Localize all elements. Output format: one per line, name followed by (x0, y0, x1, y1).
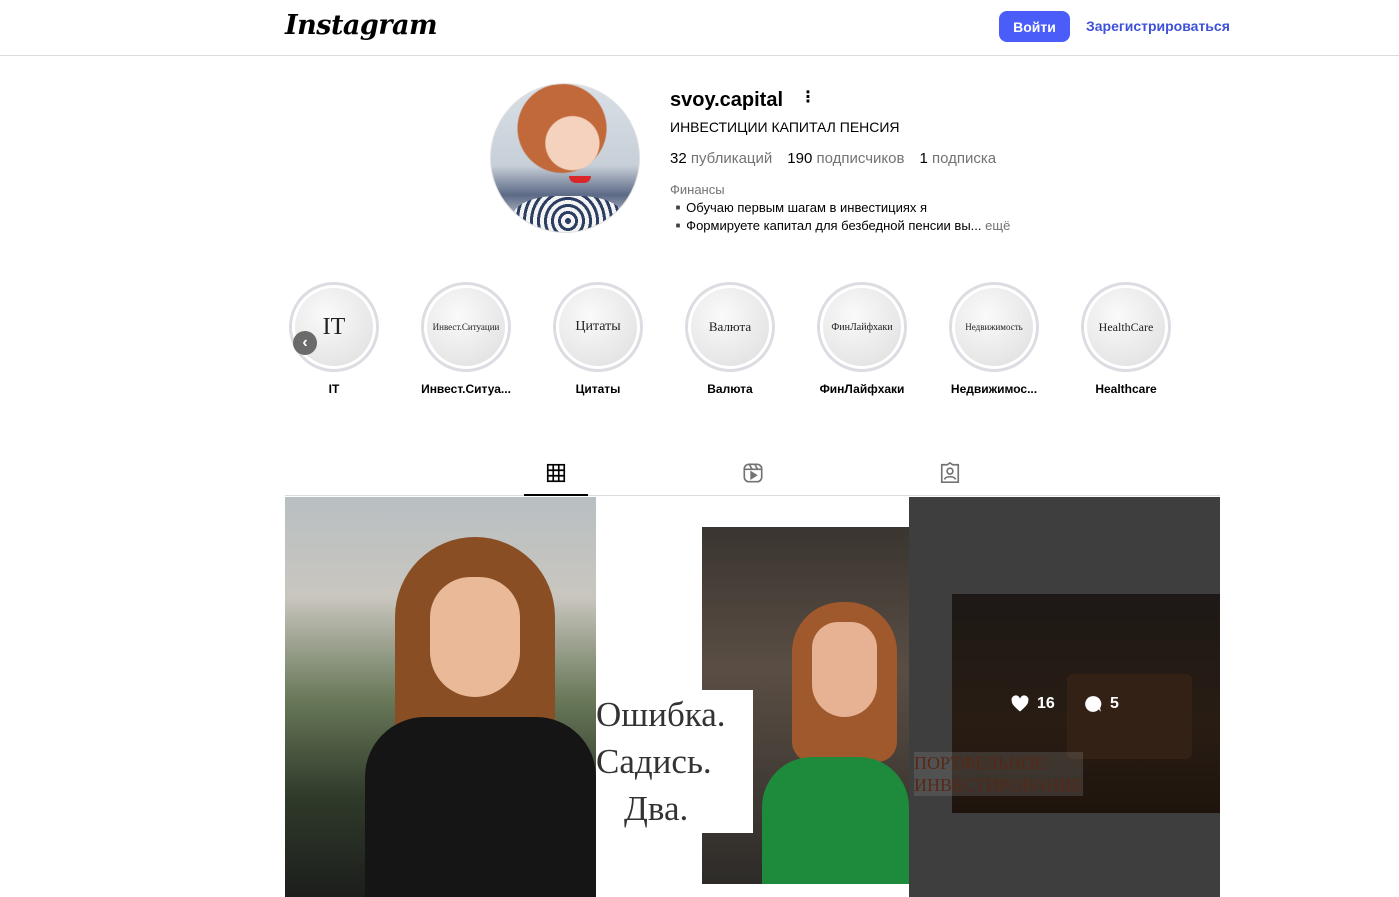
heart-icon (1011, 695, 1029, 712)
highlight-cover: Цитаты (559, 288, 637, 366)
likes-stat: 16 (1010, 694, 1055, 714)
profile-username: svoy.capital (670, 89, 784, 111)
highlight-cover: Недвижимость (955, 288, 1033, 366)
post-tile[interactable]: Ошибка. Садись. Два. (596, 497, 909, 897)
comment-icon (1085, 696, 1102, 712)
highlight-cover: HealthCare (1087, 288, 1165, 366)
profile-avatar[interactable] (490, 83, 640, 233)
highlight-item[interactable]: HealthCare Healthcare (1080, 282, 1172, 396)
highlight-item[interactable]: Цитаты Цитаты (552, 282, 644, 396)
login-button[interactable]: Войти (999, 11, 1070, 42)
highlight-item[interactable]: Валюта Валюта (684, 282, 776, 396)
highlight-label: IT (328, 382, 340, 396)
post-text: Два. (624, 789, 689, 828)
tab-tagged[interactable] (918, 462, 982, 496)
chevron-left-icon[interactable]: ‹ (293, 331, 317, 355)
highlight-label: Цитаты (575, 382, 621, 396)
highlight-cover: ФинЛайфхаки (823, 288, 901, 366)
posts-stat: 32 публикаций (670, 150, 773, 167)
comments-stat: 5 (1083, 694, 1119, 714)
highlight-label: Валюта (707, 382, 753, 396)
post-text: Ошибка. (596, 695, 726, 734)
tab-posts[interactable] (524, 462, 588, 496)
signup-link[interactable]: Зарегистрироваться (1086, 18, 1230, 34)
followers-stat[interactable]: 190 подписчиков (787, 150, 904, 167)
reels-icon (743, 463, 763, 483)
post-tile[interactable] (285, 497, 596, 897)
tagged-icon (940, 462, 960, 483)
grid-icon (546, 463, 566, 483)
tab-reels[interactable] (721, 462, 785, 496)
highlight-label: Недвижимос... (950, 382, 1038, 396)
instagram-logo[interactable]: Instagram (285, 10, 438, 41)
bio-more-link[interactable]: ещё (985, 218, 1010, 233)
highlight-item[interactable]: Недвижимость Недвижимос... (948, 282, 1040, 396)
bio-line: ▪️Формируете капитал для безбедной пенси… (670, 218, 1011, 233)
post-hover-overlay (909, 497, 1220, 897)
top-navigation-bar: Instagram Войти Зарегистрироваться (0, 0, 1399, 56)
profile-full-name: ИНВЕСТИЦИИ КАПИТАЛ ПЕНСИЯ (670, 119, 900, 135)
following-stat[interactable]: 1 подписка (919, 150, 996, 167)
post-text: Садись. (596, 742, 712, 781)
highlight-cover: Инвест.Ситуации (427, 288, 505, 366)
more-options-icon[interactable]: ⋮ (800, 90, 816, 106)
profile-category: Финансы (670, 182, 725, 197)
highlight-label: Healthcare (1095, 382, 1157, 396)
post-tile[interactable]: ПОРТФЕЛЬНОЕ ИНВЕСТИРОВАНИЕ 16 5 (909, 497, 1220, 897)
highlight-cover: Валюта (691, 288, 769, 366)
profile-stats: 32 публикаций 190 подписчиков 1 подписка (670, 150, 996, 167)
highlight-item[interactable]: ФинЛайфхаки ФинЛайфхаки (816, 282, 908, 396)
highlight-item[interactable]: Инвест.Ситуации Инвест.Ситуа... (420, 282, 512, 396)
highlight-label: ФинЛайфхаки (819, 382, 905, 396)
bio-line: ▪️Обучаю первым шагам в инвестициях я (670, 200, 928, 215)
highlight-label: Инвест.Ситуа... (421, 382, 511, 396)
